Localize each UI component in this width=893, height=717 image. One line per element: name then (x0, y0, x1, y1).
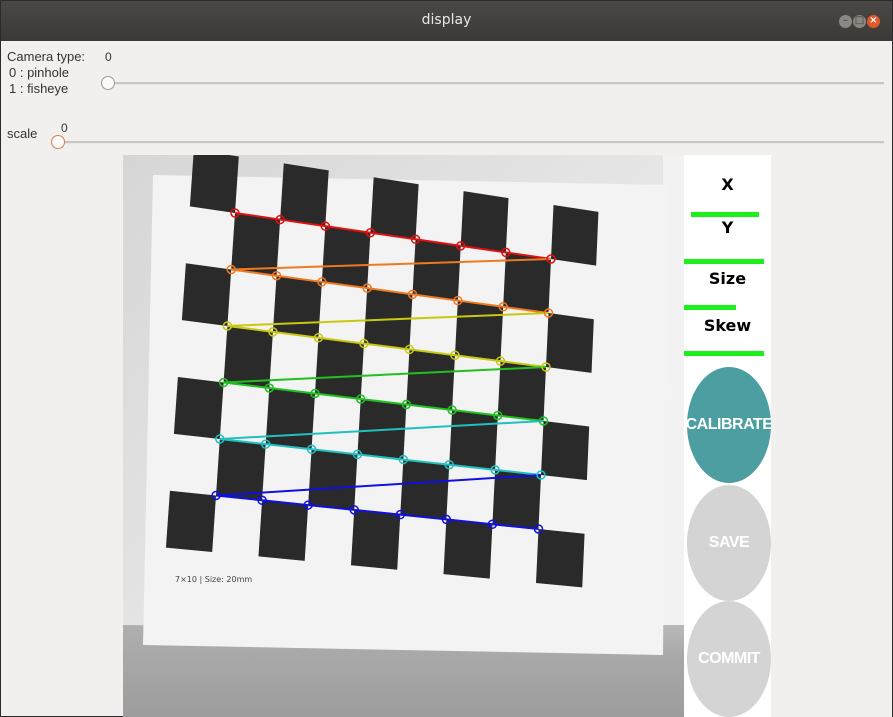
metric-size-label: Size (708, 269, 747, 288)
checker-square (400, 459, 450, 520)
camera-type-label: Camera type: (7, 49, 86, 64)
camera-image: 7×10 | Size: 20mm (123, 155, 684, 717)
checker-square (231, 213, 281, 276)
checker-square (280, 163, 329, 227)
checker-square (265, 388, 315, 450)
checker-square (165, 490, 216, 552)
checker-square (272, 275, 322, 338)
close-icon[interactable]: × (867, 15, 880, 28)
checker-square (173, 377, 224, 439)
checker-square (370, 177, 419, 240)
minimize-icon[interactable]: – (839, 15, 852, 28)
scale-slider-thumb[interactable] (51, 135, 65, 149)
display-window: display – □ × Camera type: 0 0 : pinhole… (0, 0, 893, 717)
checker-square (546, 313, 594, 373)
metric-skew-label: Skew (703, 316, 752, 335)
metric-skew-bar (684, 351, 764, 356)
board-label: 7×10 | Size: 20mm (175, 575, 252, 584)
metric-y-label: Y (721, 218, 734, 237)
checker-square (223, 326, 273, 388)
checker-square (350, 509, 401, 570)
checker-square (503, 252, 551, 313)
checker-square (541, 421, 590, 481)
commit-button[interactable]: COMMIT (687, 601, 771, 717)
camera-type-slider-thumb[interactable] (101, 76, 115, 90)
empty-area (771, 155, 892, 717)
title-bar[interactable]: display – □ × (1, 1, 892, 41)
checker-square (258, 500, 309, 561)
save-button[interactable]: SAVE (687, 485, 771, 601)
metric-x-bar (691, 212, 759, 217)
scale-label: scale (7, 126, 38, 141)
checker-square (315, 337, 364, 399)
scale-value: 0 (61, 121, 68, 135)
checker-square (443, 519, 493, 579)
checker-square (321, 226, 371, 289)
camera-type-slider-track[interactable] (107, 82, 884, 85)
checker-square (181, 263, 232, 326)
checker-square (536, 529, 585, 588)
camera-feed: 7×10 | Size: 20mm (123, 155, 684, 717)
maximize-icon[interactable]: □ (853, 15, 866, 28)
checker-square (551, 205, 599, 266)
checker-square (216, 439, 266, 501)
checker-square (406, 349, 455, 410)
scale-slider-track[interactable] (59, 141, 884, 144)
metric-x-label: X (721, 175, 734, 194)
checker-square (412, 239, 461, 301)
checker-square (497, 361, 546, 421)
checker-square (460, 191, 509, 253)
calibration-panel: X Y Size Skew CALIBRATE SAVE COMMIT (684, 155, 773, 717)
checker-square (454, 300, 504, 362)
metric-size-bar (684, 305, 736, 310)
checker-square (492, 469, 541, 529)
camera-type-option-pinhole: 0 : pinhole (9, 65, 69, 80)
checker-square (189, 155, 239, 213)
metric-y-bar (684, 259, 764, 264)
checker-square (308, 449, 358, 510)
camera-type-value: 0 (105, 50, 112, 64)
calibrate-button[interactable]: CALIBRATE (686, 367, 773, 483)
camera-type-option-fisheye: 1 : fisheye (9, 81, 69, 96)
checker-square (449, 410, 498, 470)
window-title: display (421, 12, 472, 28)
